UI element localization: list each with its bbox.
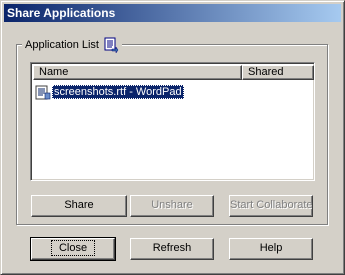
refresh-button-label: Refresh [152, 242, 192, 254]
shared-list-icon [103, 37, 119, 54]
application-list[interactable]: Name Shared screenshots.rtf - WordPad [30, 62, 315, 181]
column-header-shared[interactable]: Shared [242, 65, 314, 80]
close-button[interactable]: Close [30, 237, 116, 261]
unshare-button[interactable]: Unshare [130, 195, 214, 217]
window-title: Share Applications [7, 6, 116, 20]
group-label: Application List [25, 39, 99, 51]
share-button-label: Share [64, 199, 94, 211]
share-button[interactable]: Share [31, 195, 127, 217]
share-applications-dialog: Share Applications Application List Name… [0, 0, 345, 275]
unshare-button-label: Unshare [151, 199, 193, 211]
start-collaborate-button-label: Start Collaborate [230, 199, 313, 211]
help-button[interactable]: Help [229, 238, 313, 260]
wordpad-document-icon [35, 84, 51, 100]
list-item[interactable]: screenshots.rtf - WordPad [35, 84, 184, 100]
help-button-label: Help [259, 242, 283, 254]
column-header-name[interactable]: Name [33, 65, 242, 80]
list-item-name: screenshots.rtf - WordPad [52, 85, 184, 99]
title-bar[interactable]: Share Applications [4, 4, 341, 22]
list-header: Name Shared [33, 65, 314, 80]
application-list-legend: Application List [22, 37, 122, 54]
refresh-button[interactable]: Refresh [130, 238, 214, 260]
close-button-label: Close [50, 240, 96, 256]
start-collaborate-button[interactable]: Start Collaborate [229, 195, 313, 217]
